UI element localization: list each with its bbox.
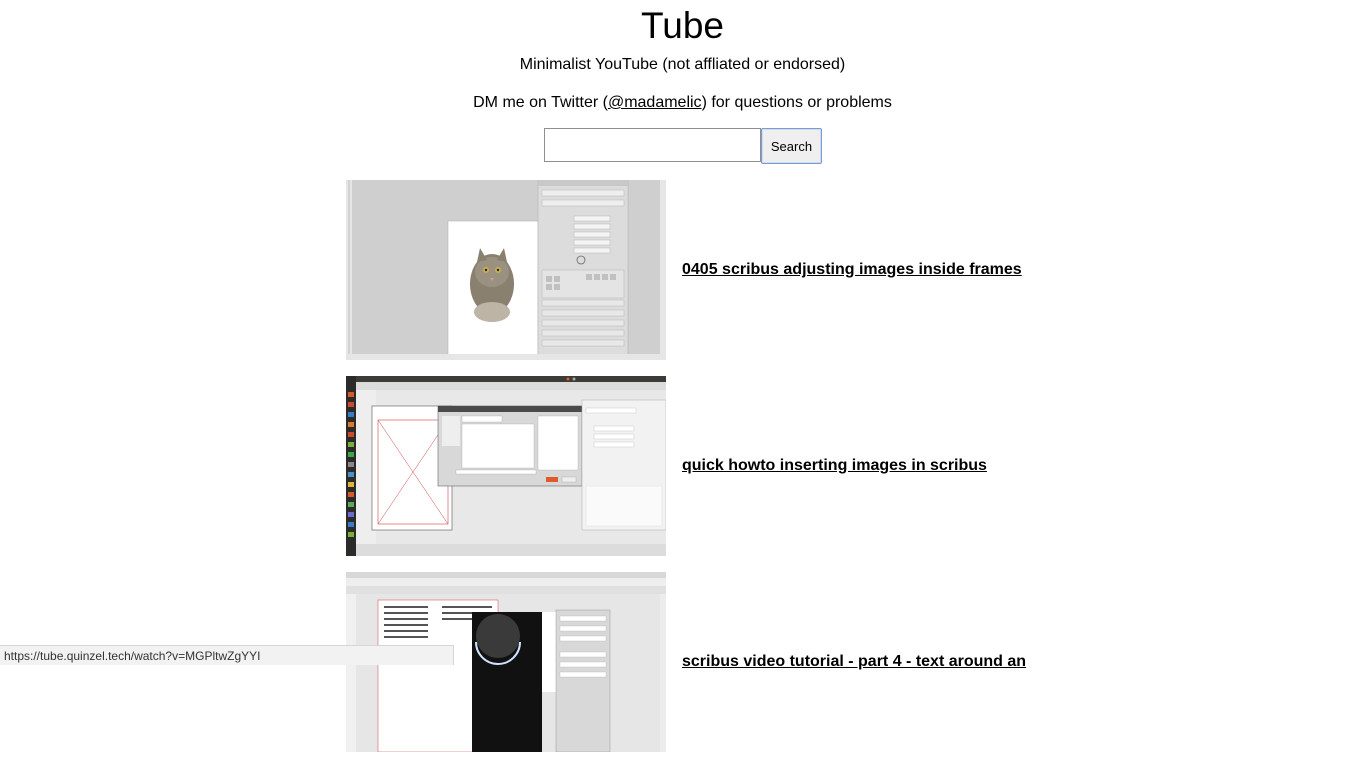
thumbnail-scribus-cat-image [346,180,666,360]
page-header: Tube Minimalist YouTube (not affliated o… [0,0,1365,111]
twitter-handle-link[interactable]: @madamelic [608,94,702,111]
search-input[interactable] [544,128,761,162]
search-form: Search [544,128,822,164]
result-title-link[interactable]: quick howto inserting images in scribus [682,457,987,475]
search-button[interactable]: Search [761,128,822,164]
video-thumbnail[interactable] [346,180,666,360]
thumbnail-scribus-insert-dialog [346,376,666,556]
result-item: quick howto inserting images in scribus [346,376,1026,556]
contact-prefix: DM me on Twitter ( [473,94,608,111]
results-list: 0405 scribus adjusting images inside fra… [346,180,1026,768]
result-item: 0405 scribus adjusting images inside fra… [346,180,1026,360]
contact-line: DM me on Twitter (@madamelic) for questi… [0,93,1365,112]
video-thumbnail[interactable] [346,376,666,556]
page-title: Tube [641,5,724,46]
page-subtitle: Minimalist YouTube (not affliated or end… [519,56,846,73]
result-title-link[interactable]: 0405 scribus adjusting images inside fra… [682,261,1022,279]
result-title-link[interactable]: scribus video tutorial - part 4 - text a… [682,653,1026,671]
status-bar-url: https://tube.quinzel.tech/watch?v=MGPltw… [0,645,454,665]
contact-suffix: ) for questions or problems [701,94,892,111]
